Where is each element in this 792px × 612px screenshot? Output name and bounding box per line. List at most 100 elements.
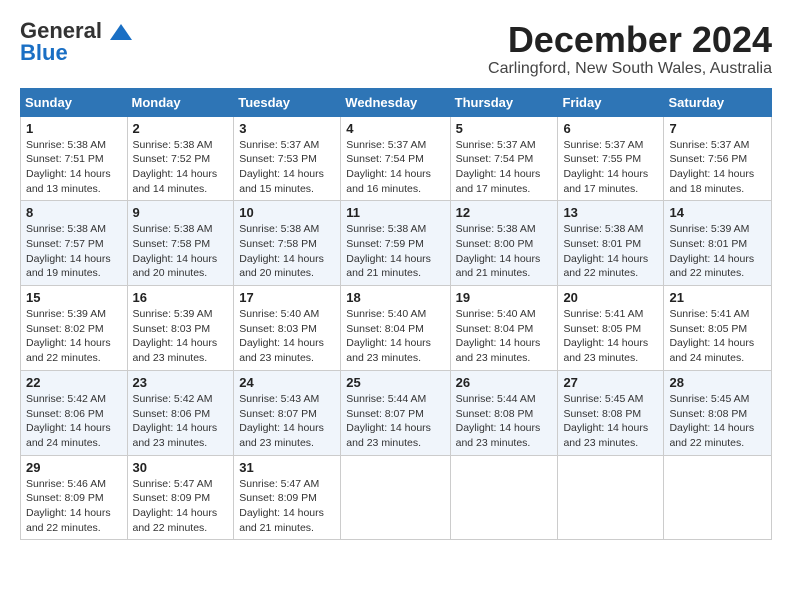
day-number: 23	[133, 375, 229, 390]
day-info: Sunrise: 5:47 AM Sunset: 8:09 PM Dayligh…	[133, 477, 229, 536]
day-number: 18	[346, 290, 444, 305]
calendar-cell: 12Sunrise: 5:38 AM Sunset: 8:00 PM Dayli…	[450, 201, 558, 286]
day-number: 10	[239, 205, 335, 220]
calendar-cell	[341, 455, 450, 540]
header-day-thursday: Thursday	[450, 88, 558, 116]
day-info: Sunrise: 5:38 AM Sunset: 7:52 PM Dayligh…	[133, 138, 229, 197]
day-number: 21	[669, 290, 766, 305]
day-number: 5	[456, 121, 553, 136]
calendar-cell	[664, 455, 772, 540]
week-row-3: 15 Sunrise: 5:39 AM Sunset: 8:02 PM Dayli…	[21, 286, 772, 371]
header-day-monday: Monday	[127, 88, 234, 116]
day-number: 4	[346, 121, 444, 136]
day-number: 26	[456, 375, 553, 390]
day-info: Sunrise: 5:38 AM Sunset: 7:58 PM Dayligh…	[239, 222, 335, 281]
week-row-1: 1Sunrise: 5:38 AM Sunset: 7:51 PM Daylig…	[21, 116, 772, 201]
calendar-table: SundayMondayTuesdayWednesdayThursdayFrid…	[20, 88, 772, 541]
day-number: 14	[669, 205, 766, 220]
calendar-cell: 27 Sunrise: 5:45 AM Sunset: 8:08 PM Dayli…	[558, 370, 664, 455]
calendar-cell: 8 Sunrise: 5:38 AM Sunset: 7:57 PM Daylig…	[21, 201, 128, 286]
calendar-cell: 19 Sunrise: 5:40 AM Sunset: 8:04 PM Dayli…	[450, 286, 558, 371]
day-number: 25	[346, 375, 444, 390]
title-area: December 2024 Carlingford, New South Wal…	[488, 20, 772, 78]
calendar-cell: 24Sunrise: 5:43 AM Sunset: 8:07 PM Dayli…	[234, 370, 341, 455]
day-number: 31	[239, 460, 335, 475]
calendar-cell: 5 Sunrise: 5:37 AM Sunset: 7:54 PM Daylig…	[450, 116, 558, 201]
day-number: 22	[26, 375, 122, 390]
day-number: 15	[26, 290, 122, 305]
day-info: Sunrise: 5:40 AM Sunset: 8:03 PM Dayligh…	[239, 307, 335, 366]
calendar-cell: 15 Sunrise: 5:39 AM Sunset: 8:02 PM Dayli…	[21, 286, 128, 371]
day-number: 9	[133, 205, 229, 220]
page-header: General Blue December 2024 Carlingford, …	[20, 20, 772, 78]
header-day-tuesday: Tuesday	[234, 88, 341, 116]
day-info: Sunrise: 5:45 AM Sunset: 8:08 PM Dayligh…	[669, 392, 766, 451]
day-info: Sunrise: 5:37 AM Sunset: 7:55 PM Dayligh…	[563, 138, 658, 197]
calendar-cell: 7 Sunrise: 5:37 AM Sunset: 7:56 PM Daylig…	[664, 116, 772, 201]
day-info: Sunrise: 5:42 AM Sunset: 8:06 PM Dayligh…	[26, 392, 122, 451]
day-info: Sunrise: 5:38 AM Sunset: 7:58 PM Dayligh…	[133, 222, 229, 281]
week-row-5: 29Sunrise: 5:46 AM Sunset: 8:09 PM Dayli…	[21, 455, 772, 540]
day-number: 17	[239, 290, 335, 305]
day-info: Sunrise: 5:40 AM Sunset: 8:04 PM Dayligh…	[456, 307, 553, 366]
calendar-cell: 20 Sunrise: 5:41 AM Sunset: 8:05 PM Dayli…	[558, 286, 664, 371]
calendar-cell: 21 Sunrise: 5:41 AM Sunset: 8:05 PM Dayli…	[664, 286, 772, 371]
day-info: Sunrise: 5:47 AM Sunset: 8:09 PM Dayligh…	[239, 477, 335, 536]
day-number: 2	[133, 121, 229, 136]
day-info: Sunrise: 5:39 AM Sunset: 8:01 PM Dayligh…	[669, 222, 766, 281]
calendar-cell: 23 Sunrise: 5:42 AM Sunset: 8:06 PM Dayli…	[127, 370, 234, 455]
calendar-cell: 25Sunrise: 5:44 AM Sunset: 8:07 PM Dayli…	[341, 370, 450, 455]
logo-line2: Blue	[20, 42, 132, 64]
day-number: 12	[456, 205, 553, 220]
day-info: Sunrise: 5:46 AM Sunset: 8:09 PM Dayligh…	[26, 477, 122, 536]
calendar-cell	[558, 455, 664, 540]
month-title: December 2024	[488, 20, 772, 60]
calendar-cell: 31 Sunrise: 5:47 AM Sunset: 8:09 PM Dayli…	[234, 455, 341, 540]
day-number: 28	[669, 375, 766, 390]
day-number: 30	[133, 460, 229, 475]
header-day-friday: Friday	[558, 88, 664, 116]
calendar-cell: 18 Sunrise: 5:40 AM Sunset: 8:04 PM Dayli…	[341, 286, 450, 371]
day-info: Sunrise: 5:39 AM Sunset: 8:02 PM Dayligh…	[26, 307, 122, 366]
calendar-cell: 10 Sunrise: 5:38 AM Sunset: 7:58 PM Dayli…	[234, 201, 341, 286]
week-row-4: 22 Sunrise: 5:42 AM Sunset: 8:06 PM Dayli…	[21, 370, 772, 455]
day-info: Sunrise: 5:37 AM Sunset: 7:54 PM Dayligh…	[456, 138, 553, 197]
calendar-cell: 14 Sunrise: 5:39 AM Sunset: 8:01 PM Dayli…	[664, 201, 772, 286]
header-day-saturday: Saturday	[664, 88, 772, 116]
day-info: Sunrise: 5:41 AM Sunset: 8:05 PM Dayligh…	[669, 307, 766, 366]
calendar-cell: 1Sunrise: 5:38 AM Sunset: 7:51 PM Daylig…	[21, 116, 128, 201]
calendar-cell	[450, 455, 558, 540]
day-info: Sunrise: 5:45 AM Sunset: 8:08 PM Dayligh…	[563, 392, 658, 451]
day-info: Sunrise: 5:37 AM Sunset: 7:53 PM Dayligh…	[239, 138, 335, 197]
calendar-cell: 16Sunrise: 5:39 AM Sunset: 8:03 PM Dayli…	[127, 286, 234, 371]
day-info: Sunrise: 5:40 AM Sunset: 8:04 PM Dayligh…	[346, 307, 444, 366]
logo-line1: General	[20, 20, 132, 42]
calendar-cell: 30 Sunrise: 5:47 AM Sunset: 8:09 PM Dayli…	[127, 455, 234, 540]
calendar-cell: 28 Sunrise: 5:45 AM Sunset: 8:08 PM Dayli…	[664, 370, 772, 455]
day-info: Sunrise: 5:38 AM Sunset: 7:57 PM Dayligh…	[26, 222, 122, 281]
day-number: 27	[563, 375, 658, 390]
day-number: 19	[456, 290, 553, 305]
day-info: Sunrise: 5:37 AM Sunset: 7:54 PM Dayligh…	[346, 138, 444, 197]
calendar-cell: 17 Sunrise: 5:40 AM Sunset: 8:03 PM Dayli…	[234, 286, 341, 371]
header-day-wednesday: Wednesday	[341, 88, 450, 116]
day-number: 1	[26, 121, 122, 136]
day-info: Sunrise: 5:41 AM Sunset: 8:05 PM Dayligh…	[563, 307, 658, 366]
day-number: 3	[239, 121, 335, 136]
logo-arrow-icon	[110, 24, 132, 40]
calendar-cell: 26 Sunrise: 5:44 AM Sunset: 8:08 PM Dayli…	[450, 370, 558, 455]
calendar-cell: 9 Sunrise: 5:38 AM Sunset: 7:58 PM Daylig…	[127, 201, 234, 286]
calendar-cell: 13Sunrise: 5:38 AM Sunset: 8:01 PM Dayli…	[558, 201, 664, 286]
calendar-cell: 3 Sunrise: 5:37 AM Sunset: 7:53 PM Daylig…	[234, 116, 341, 201]
day-number: 20	[563, 290, 658, 305]
calendar-cell: 6Sunrise: 5:37 AM Sunset: 7:55 PM Daylig…	[558, 116, 664, 201]
header-day-sunday: Sunday	[21, 88, 128, 116]
day-number: 7	[669, 121, 766, 136]
day-info: Sunrise: 5:44 AM Sunset: 8:08 PM Dayligh…	[456, 392, 553, 451]
logo: General Blue	[20, 20, 132, 64]
calendar-cell: 4 Sunrise: 5:37 AM Sunset: 7:54 PM Daylig…	[341, 116, 450, 201]
calendar-cell: 2 Sunrise: 5:38 AM Sunset: 7:52 PM Daylig…	[127, 116, 234, 201]
day-info: Sunrise: 5:42 AM Sunset: 8:06 PM Dayligh…	[133, 392, 229, 451]
day-number: 8	[26, 205, 122, 220]
day-info: Sunrise: 5:37 AM Sunset: 7:56 PM Dayligh…	[669, 138, 766, 197]
